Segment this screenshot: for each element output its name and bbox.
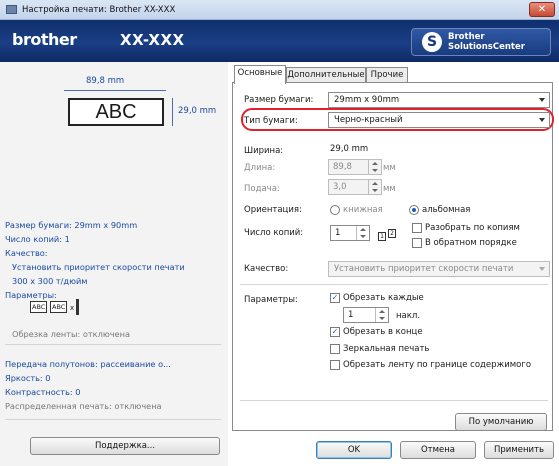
divider — [240, 400, 548, 401]
reverse-order-label: В обратном порядке — [425, 238, 517, 248]
brother-logo: brother — [12, 30, 77, 49]
spinner-arrows-icon — [375, 308, 388, 322]
summary-quality-heading: Качество: — [5, 248, 48, 258]
tab-panel-basic — [232, 82, 553, 431]
summary-copies: Число копий: 1 — [5, 234, 70, 244]
feed-label: Подача: — [244, 184, 280, 194]
cut-at-end-checkbox[interactable]: ✓ — [330, 327, 340, 337]
copies-spinner[interactable]: 1 — [330, 225, 370, 241]
collate-checkbox[interactable] — [412, 223, 422, 233]
options-label: Параметры: — [244, 295, 298, 305]
solutions-center-label-1: Brother — [448, 32, 485, 42]
label-mini-icon: ABC — [50, 301, 68, 313]
solutions-center-label-2: SolutionsCenter — [448, 42, 525, 52]
settings-summary-panel: 89,8 mm ABC 29,0 mm Размер бумаги: 29mm … — [0, 62, 228, 466]
solutions-center-icon: S — [422, 32, 442, 52]
summary-halftone: Передача полутонов: рассеивание о... — [5, 359, 171, 369]
tab-basic[interactable]: Основные — [234, 65, 286, 84]
quality-label: Качество: — [244, 264, 289, 274]
summary-quality-value: Установить приоритет скорости печати — [12, 262, 185, 272]
chevron-down-icon — [539, 118, 545, 122]
paper-size-select[interactable]: 29mm x 90mm — [328, 92, 550, 108]
length-unit: мм — [383, 163, 396, 173]
printer-app-icon — [6, 5, 17, 14]
orientation-landscape-radio[interactable] — [409, 205, 419, 215]
label-mini-icon: ABC — [30, 301, 48, 313]
orientation-portrait-label: книжная — [343, 205, 383, 215]
label-preview: 89,8 mm ABC 29,0 mm — [22, 76, 218, 146]
paper-type-label: Тип бумаги: — [244, 116, 298, 126]
length-value: 89,8 — [333, 162, 352, 172]
summary-contrast: Контрастность: 0 — [5, 387, 81, 397]
orientation-portrait-radio[interactable] — [330, 205, 340, 215]
paper-type-select[interactable]: Черно-красный — [328, 112, 550, 128]
spinner-arrows-icon — [356, 226, 369, 240]
collate-page-icon: 2 — [388, 229, 396, 238]
preview-height-line — [172, 98, 173, 126]
window-titlebar: Настройка печати: Brother XX-XXX ✕ — [0, 0, 559, 20]
support-button[interactable]: Поддержка... — [30, 437, 220, 455]
quality-value: Установить приоритет скорости печати — [334, 264, 514, 274]
length-label: Длина: — [244, 163, 276, 173]
trim-tape-checkbox[interactable] — [330, 360, 340, 370]
summary-brightness: Яркость: 0 — [5, 373, 51, 383]
brand-header: brother XX-XXX S Brother SolutionsCenter — [0, 20, 559, 62]
cut-every-spinner[interactable]: 1 — [343, 307, 389, 323]
mirror-print-checkbox[interactable] — [330, 344, 340, 354]
copies-label: Число копий: — [244, 228, 304, 238]
divider — [5, 344, 221, 345]
default-button[interactable]: По умолчанию — [455, 413, 547, 431]
preview-sample: ABC — [68, 98, 164, 126]
feed-value: 3,0 — [333, 182, 347, 192]
tab-other[interactable]: Прочие — [366, 67, 408, 83]
cut-every-checkbox[interactable]: ✓ — [330, 293, 340, 303]
length-spinner[interactable]: 89,8 — [328, 159, 382, 175]
apply-button[interactable]: Применить — [484, 441, 554, 459]
mirror-print-label: Зеркальная печать — [343, 344, 430, 354]
multiply-icon: x — [70, 304, 75, 312]
collate-label: Разобрать по копиям — [425, 223, 520, 233]
summary-resolution: 300 x 300 т/дюйм — [12, 276, 88, 286]
summary-cut-tape: Обрезка ленты: отключена — [12, 329, 130, 339]
cut-options-icon: ABC ABC x — [30, 299, 80, 317]
summary-distributed: Распределенная печать: отключена — [5, 401, 162, 411]
width-label: Ширина: — [244, 146, 284, 156]
width-value: 29,0 mm — [330, 144, 369, 154]
copies-value: 1 — [335, 228, 341, 238]
orientation-label: Ориентация: — [244, 205, 302, 215]
collate-page-icon: 1 — [378, 232, 386, 241]
cut-every-label: Обрезать каждые — [343, 293, 424, 303]
cut-every-value: 1 — [348, 310, 354, 320]
ok-button[interactable]: OK — [316, 441, 392, 459]
spinner-arrows-icon — [368, 160, 381, 174]
cut-bar-icon — [76, 299, 79, 315]
preview-width-line — [64, 90, 166, 91]
paper-size-label: Размер бумаги: — [244, 95, 314, 105]
feed-unit: мм — [383, 184, 396, 194]
feed-spinner[interactable]: 3,0 — [328, 179, 382, 195]
paper-type-value: Черно-красный — [334, 115, 403, 125]
cut-every-unit: накл. — [396, 311, 421, 321]
window-title: Настройка печати: Brother XX-XXX — [22, 5, 176, 15]
trim-tape-label: Обрезать ленту по границе содержимого — [343, 360, 532, 370]
divider — [240, 284, 548, 285]
solutions-center-button[interactable]: S Brother SolutionsCenter — [411, 28, 551, 56]
divider — [5, 419, 221, 420]
preview-height-label: 29,0 mm — [178, 106, 217, 116]
paper-size-value: 29mm x 90mm — [334, 95, 400, 105]
cut-at-end-label: Обрезать в конце — [343, 327, 423, 337]
cancel-button[interactable]: Отмена — [400, 441, 476, 459]
reverse-order-checkbox[interactable] — [412, 238, 422, 248]
preview-width-label: 89,8 mm — [86, 76, 125, 86]
collate-icon: 1 2 — [378, 227, 400, 243]
spinner-arrows-icon — [368, 180, 381, 194]
orientation-landscape-label: альбомная — [422, 205, 471, 215]
chevron-down-icon — [539, 267, 545, 271]
quality-select[interactable]: Установить приоритет скорости печати — [328, 261, 550, 277]
model-name: XX-XXX — [120, 31, 185, 49]
summary-paper-size: Размер бумаги: 29mm x 90mm — [5, 220, 138, 230]
chevron-down-icon — [539, 98, 545, 102]
tab-advanced[interactable]: Дополнительные — [286, 67, 366, 83]
close-button[interactable]: ✕ — [529, 2, 555, 17]
